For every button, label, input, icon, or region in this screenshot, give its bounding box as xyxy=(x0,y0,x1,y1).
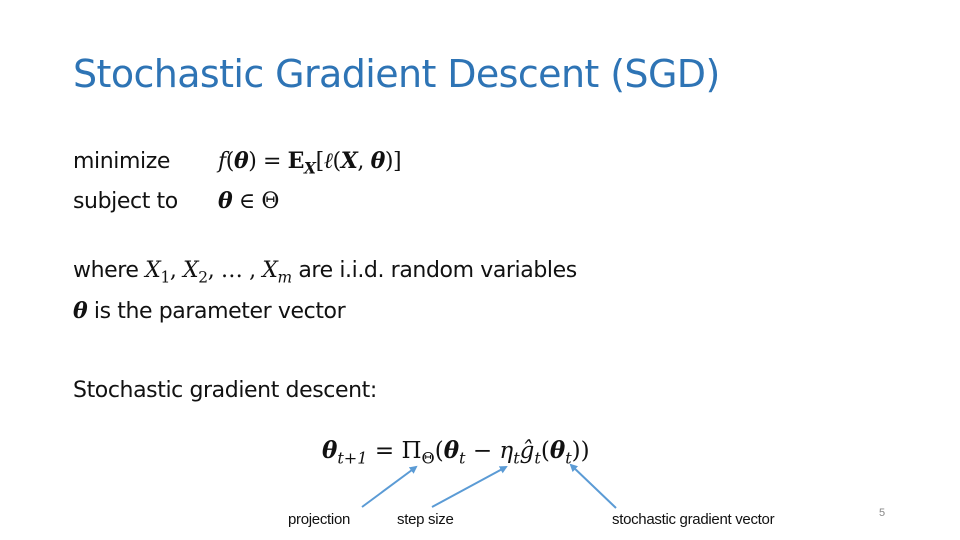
slide-title: Stochastic Gradient Descent (SGD) xyxy=(73,52,720,96)
where-line: where X1, X2, … , Xm are i.i.d. random v… xyxy=(73,258,577,287)
step-size-symbol: η xyxy=(499,438,514,464)
projection-operator: Π xyxy=(401,438,422,464)
update-rule-equation: θt+1 = ΠΘ(θt − ηtĝt(θt)) xyxy=(322,437,590,468)
slide: Stochastic Gradient Descent (SGD) minimi… xyxy=(0,0,960,540)
projection-annotation: projection xyxy=(288,511,351,528)
step-size-annotation: step size xyxy=(397,511,454,528)
constraint-formula: θ ∈ Θ xyxy=(218,188,279,214)
theta-description-line: θ is the parameter vector xyxy=(73,298,346,324)
minimize-label: minimize xyxy=(73,149,171,174)
sgd-label: Stochastic gradient descent: xyxy=(73,378,377,403)
gradient-symbol: ĝ xyxy=(519,438,535,464)
subject-to-label: subject to xyxy=(73,189,178,214)
subject-to-line: subject to θ ∈ Θ xyxy=(73,188,279,214)
page-number: 5 xyxy=(879,507,886,519)
projection-arrow xyxy=(361,465,418,508)
step-size-arrow xyxy=(431,466,508,508)
gradient-annotation: stochastic gradient vector xyxy=(612,511,775,528)
objective-formula: f(θ) = EX[ℓ(X, θ)] xyxy=(218,148,402,178)
minimize-line: minimize f(θ) = EX[ℓ(X, θ)] xyxy=(73,148,402,178)
gradient-arrow xyxy=(569,463,617,509)
